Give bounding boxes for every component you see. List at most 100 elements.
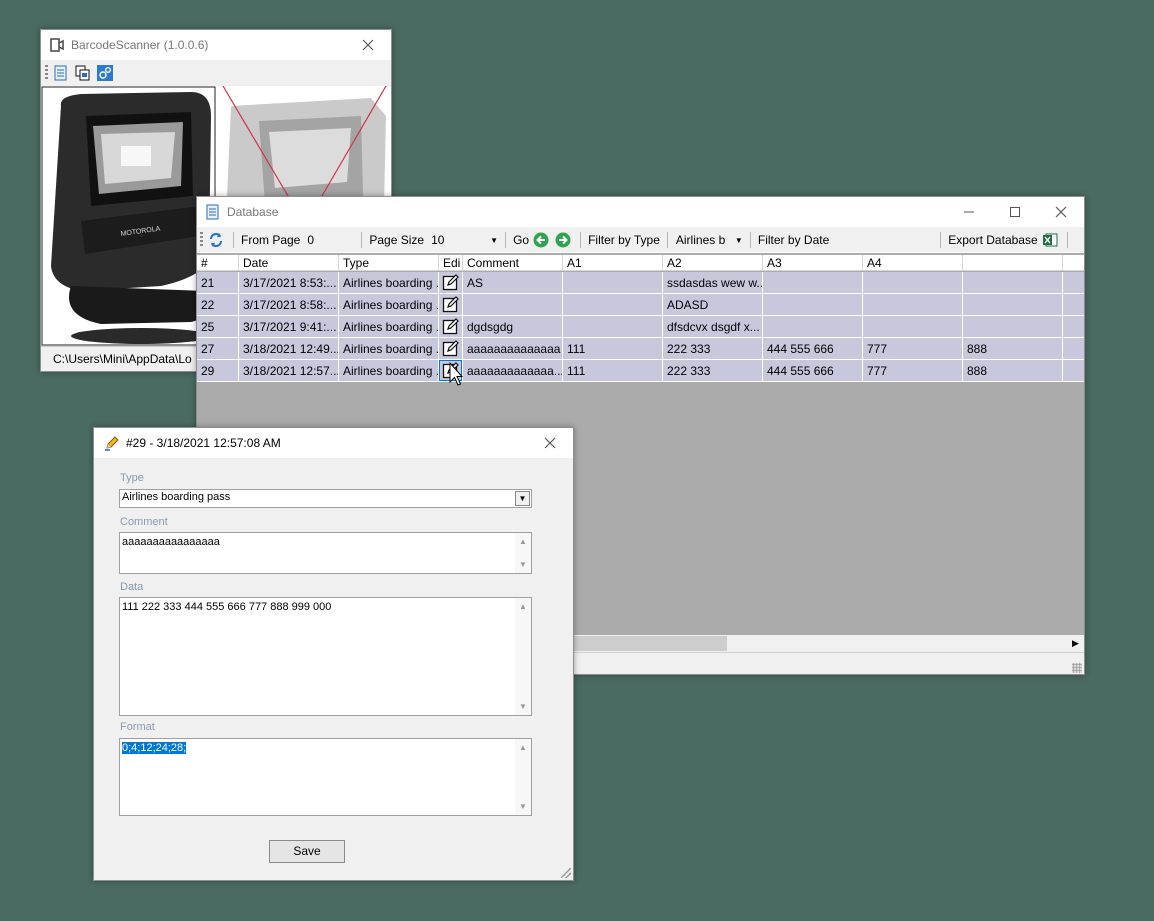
- table-cell[interactable]: aaaaaaaaaaaaaa: [463, 338, 563, 360]
- table-cell[interactable]: [963, 272, 1063, 294]
- database-button[interactable]: [52, 64, 70, 82]
- resize-grip[interactable]: [1072, 663, 1082, 673]
- table-cell[interactable]: AS: [463, 272, 563, 294]
- column-header[interactable]: A2: [663, 255, 763, 271]
- table-cell[interactable]: dfsdcvx dsgdf x...: [663, 316, 763, 338]
- table-cell[interactable]: [963, 294, 1063, 316]
- comment-scrollbar[interactable]: ▲ ▼: [515, 533, 531, 573]
- table-cell[interactable]: [763, 294, 863, 316]
- table-cell[interactable]: 3/17/2021 8:53:...: [239, 272, 339, 294]
- comment-field[interactable]: aaaaaaaaaaaaaaaa ▲ ▼: [119, 532, 532, 574]
- refresh-button[interactable]: [207, 231, 225, 249]
- table-cell[interactable]: 27: [197, 338, 239, 360]
- table-cell[interactable]: 444 555 666: [763, 338, 863, 360]
- table-cell[interactable]: 777: [863, 338, 963, 360]
- column-header[interactable]: A1: [563, 255, 663, 271]
- minimize-button[interactable]: [946, 197, 992, 227]
- table-cell[interactable]: [863, 272, 963, 294]
- edit-record-button[interactable]: [439, 338, 463, 360]
- table-cell[interactable]: Airlines boarding ...: [339, 272, 439, 294]
- close-button[interactable]: [527, 428, 573, 458]
- table-cell[interactable]: 3/18/2021 12:57...: [239, 360, 339, 382]
- table-cell[interactable]: 29: [197, 360, 239, 382]
- table-cell[interactable]: [863, 316, 963, 338]
- chevron-down-icon[interactable]: ▼: [732, 231, 746, 249]
- data-field[interactable]: 111 222 333 444 555 666 777 888 999 000 …: [119, 597, 532, 716]
- table-cell[interactable]: 3/17/2021 8:58:...: [239, 294, 339, 316]
- table-cell[interactable]: [563, 272, 663, 294]
- table-cell[interactable]: Airlines boarding ...: [339, 360, 439, 382]
- table-cell[interactable]: 888: [963, 360, 1063, 382]
- edit-dialog-titlebar[interactable]: #29 - 3/18/2021 12:57:08 AM: [94, 428, 573, 458]
- table-cell[interactable]: 22: [197, 294, 239, 316]
- table-cell[interactable]: ssdasdas wew w...: [663, 272, 763, 294]
- table-cell[interactable]: [1063, 338, 1084, 360]
- table-cell[interactable]: aaaaaaaaaaaaa...: [463, 360, 563, 382]
- table-cell[interactable]: [763, 272, 863, 294]
- table-row[interactable]: 27 3/18/2021 12:49... Airlines boarding ..…: [197, 338, 1084, 360]
- previous-page-button[interactable]: [532, 231, 550, 249]
- table-row[interactable]: 29 3/18/2021 12:57... Airlines boarding ..…: [197, 360, 1084, 382]
- page-size-select[interactable]: 10: [427, 231, 488, 249]
- table-cell[interactable]: [563, 316, 663, 338]
- format-field[interactable]: 0;4;12;24;28; ▲ ▼: [119, 738, 532, 816]
- settings-button[interactable]: [96, 64, 114, 82]
- table-cell[interactable]: Airlines boarding ...: [339, 316, 439, 338]
- table-cell[interactable]: [1063, 272, 1084, 294]
- toolbar-grip[interactable]: [45, 65, 48, 81]
- table-cell[interactable]: 888: [963, 338, 1063, 360]
- table-cell[interactable]: [963, 316, 1063, 338]
- scroll-right-button[interactable]: ▶: [1067, 635, 1084, 652]
- table-cell[interactable]: 3/18/2021 12:49...: [239, 338, 339, 360]
- chevron-down-icon[interactable]: ▼: [487, 231, 501, 249]
- table-row[interactable]: 21 3/17/2021 8:53:... Airlines boarding ..…: [197, 272, 1084, 294]
- next-page-button[interactable]: [554, 231, 572, 249]
- table-row[interactable]: 25 3/17/2021 9:41:... Airlines boarding ..…: [197, 316, 1084, 338]
- table-cell[interactable]: 444 555 666: [763, 360, 863, 382]
- column-header[interactable]: A4: [863, 255, 963, 271]
- table-cell[interactable]: [463, 294, 563, 316]
- type-select[interactable]: Airlines boarding pass ▼: [119, 489, 532, 508]
- table-cell[interactable]: 3/17/2021 9:41:...: [239, 316, 339, 338]
- table-cell[interactable]: 21: [197, 272, 239, 294]
- export-database-button[interactable]: Export Database: [948, 233, 1037, 247]
- column-header[interactable]: #: [197, 255, 239, 271]
- column-header[interactable]: [963, 255, 1063, 271]
- table-cell[interactable]: [1063, 360, 1084, 382]
- save-button[interactable]: Save: [269, 840, 345, 863]
- data-scrollbar[interactable]: ▲ ▼: [515, 598, 531, 715]
- table-cell[interactable]: ADASD: [663, 294, 763, 316]
- table-cell[interactable]: [1063, 294, 1084, 316]
- table-cell[interactable]: dgdsgdg: [463, 316, 563, 338]
- database-titlebar[interactable]: Database: [197, 197, 1084, 227]
- edit-record-button[interactable]: [439, 294, 463, 316]
- edit-record-button[interactable]: [439, 316, 463, 338]
- excel-export-button[interactable]: [1041, 231, 1059, 249]
- filter-type-select[interactable]: Airlines b: [671, 231, 732, 249]
- chevron-down-icon[interactable]: ▼: [515, 491, 530, 506]
- column-header[interactable]: [1063, 255, 1084, 271]
- table-cell[interactable]: [1063, 316, 1084, 338]
- table-cell[interactable]: 111: [563, 360, 663, 382]
- table-row[interactable]: 22 3/17/2021 8:58:... Airlines boarding ..…: [197, 294, 1084, 316]
- column-header[interactable]: Type: [339, 255, 439, 271]
- maximize-button[interactable]: [992, 197, 1038, 227]
- table-cell[interactable]: [763, 316, 863, 338]
- scroll-thumb[interactable]: [573, 636, 727, 651]
- toolbar-grip[interactable]: [200, 232, 203, 248]
- table-cell[interactable]: [563, 294, 663, 316]
- table-cell[interactable]: [863, 294, 963, 316]
- column-header[interactable]: Comment: [463, 255, 563, 271]
- table-cell[interactable]: 222 333: [663, 360, 763, 382]
- table-cell[interactable]: Airlines boarding ...: [339, 338, 439, 360]
- column-header[interactable]: Date: [239, 255, 339, 271]
- table-cell[interactable]: 111: [563, 338, 663, 360]
- table-cell[interactable]: Airlines boarding ...: [339, 294, 439, 316]
- table-cell[interactable]: 777: [863, 360, 963, 382]
- from-page-input[interactable]: 0: [303, 231, 358, 249]
- copy-button[interactable]: [74, 64, 92, 82]
- close-button[interactable]: [1038, 197, 1084, 227]
- edit-record-button[interactable]: [439, 272, 463, 294]
- column-header[interactable]: A3: [763, 255, 863, 271]
- close-button[interactable]: [345, 30, 391, 60]
